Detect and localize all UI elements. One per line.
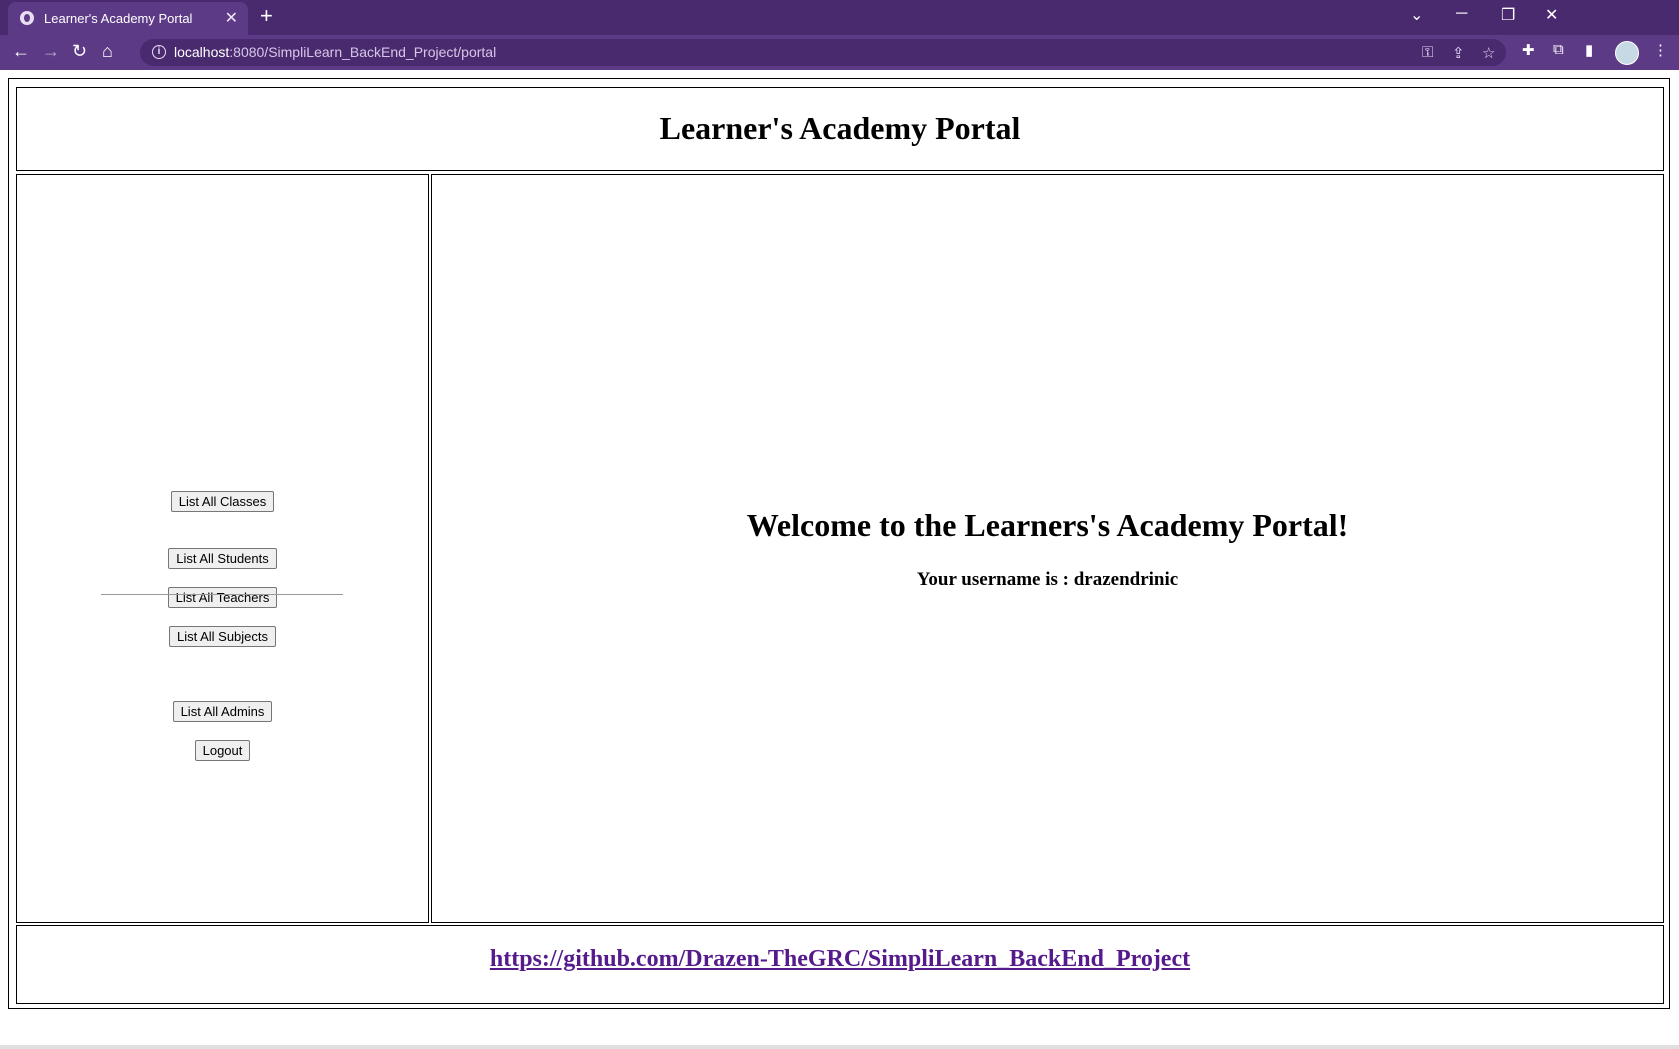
nav-divider: [101, 594, 343, 595]
forward-icon[interactable]: →: [42, 41, 60, 62]
extension-icon[interactable]: ✚: [1522, 41, 1535, 59]
extensions-puzzle-icon[interactable]: ⧉: [1553, 41, 1564, 58]
footer-cell: https://github.com/Drazen-TheGRC/SimpliL…: [16, 925, 1664, 1004]
new-tab-button[interactable]: +: [260, 3, 273, 29]
url-text[interactable]: localhost:8080/SimpliLearn_BackEnd_Proje…: [174, 44, 496, 60]
window-close-icon[interactable]: ✕: [1545, 5, 1558, 25]
logout-button[interactable]: Logout: [194, 740, 251, 761]
username-text: Your username is : drazendrinic: [916, 569, 1179, 590]
header-cell: Learner's Academy Portal: [16, 87, 1664, 171]
list-all-admins-button[interactable]: List All Admins: [172, 701, 273, 722]
browser-toolbar: ← → ↻ ⌂ i localhost:8080/SimpliLearn_Bac…: [0, 35, 1679, 70]
globe-icon: [20, 11, 34, 25]
tab-title: Learner's Academy Portal: [44, 11, 193, 26]
main-content-cell: Welcome to the Learners's Academy Portal…: [431, 174, 1664, 923]
back-icon[interactable]: ←: [12, 41, 30, 62]
browser-tab[interactable]: Learner's Academy Portal ✕: [8, 2, 248, 35]
browser-menu-icon[interactable]: ⋮: [1653, 41, 1668, 59]
page-title: Learner's Academy Portal: [659, 110, 1021, 146]
list-all-classes-button[interactable]: List All Classes: [170, 491, 275, 512]
url-host: localhost: [174, 44, 230, 60]
welcome-heading: Welcome to the Learners's Academy Portal…: [746, 507, 1349, 543]
list-all-subjects-button[interactable]: List All Subjects: [168, 626, 277, 647]
site-info-icon[interactable]: i: [152, 45, 166, 59]
list-all-students-button[interactable]: List All Students: [168, 548, 277, 569]
restore-icon[interactable]: ❐: [1501, 5, 1515, 25]
minimize-icon[interactable]: ─: [1456, 5, 1467, 23]
bookmark-star-icon[interactable]: ☆: [1482, 44, 1495, 62]
tab-search-icon[interactable]: ⌄: [1410, 5, 1423, 25]
browser-title-bar: Learner's Academy Portal ✕ + ⌄ ─ ❐ ✕: [0, 0, 1679, 35]
url-path: :8080/SimpliLearn_BackEnd_Project/portal: [229, 44, 497, 60]
navigation-cell: List All Classes List All Students List …: [16, 174, 429, 923]
key-icon[interactable]: ⚿: [1422, 44, 1433, 61]
side-panel-icon[interactable]: ▮: [1585, 41, 1593, 59]
tab-close-icon[interactable]: ✕: [225, 8, 238, 28]
bottom-strip: [0, 1045, 1679, 1049]
reload-icon[interactable]: ↻: [72, 41, 87, 62]
github-link[interactable]: https://github.com/Drazen-TheGRC/SimpliL…: [490, 946, 1190, 972]
profile-avatar[interactable]: [1615, 41, 1639, 65]
share-icon[interactable]: ⇪: [1452, 44, 1465, 62]
list-all-teachers-button[interactable]: List All Teachers: [167, 587, 278, 608]
home-icon[interactable]: ⌂: [102, 41, 113, 62]
portal-layout-table: Learner's Academy Portal List All Classe…: [8, 78, 1670, 1009]
address-bar[interactable]: i localhost:8080/SimpliLearn_BackEnd_Pro…: [140, 39, 1506, 66]
